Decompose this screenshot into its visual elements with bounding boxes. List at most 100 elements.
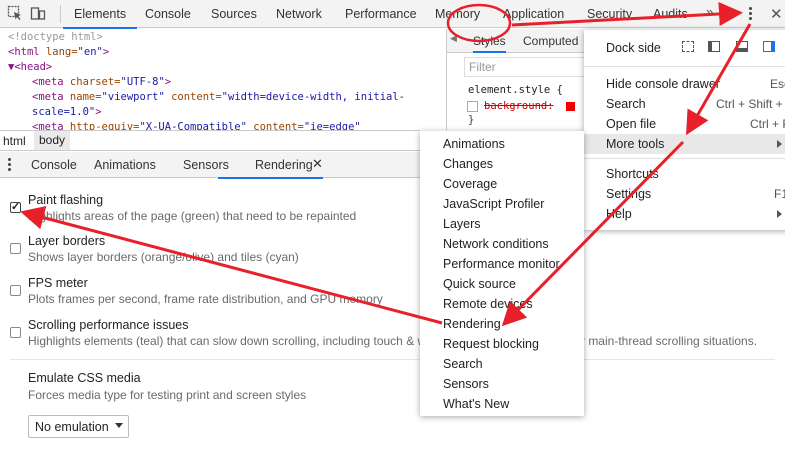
breadcrumb: html body bbox=[0, 130, 420, 151]
styles-tab-bar: ◀ Styles Computed bbox=[447, 29, 584, 53]
elements-dom-tree: <!doctype html> <html lang="en"> ▼<head>… bbox=[0, 29, 445, 130]
tool-coverage[interactable]: Coverage bbox=[443, 177, 497, 191]
drawer-tab-rendering[interactable]: Rendering bbox=[218, 158, 323, 179]
tool-remote-devices[interactable]: Remote devices bbox=[443, 297, 533, 311]
color-swatch[interactable] bbox=[566, 102, 575, 111]
menu-help[interactable]: Help bbox=[606, 207, 632, 221]
tool-search[interactable]: Search bbox=[443, 357, 483, 371]
devtools-tab-bar: Elements Console Sources Network Perform… bbox=[0, 0, 785, 29]
menu-hide-console-drawer[interactable]: Hide console drawer bbox=[606, 77, 720, 91]
emulate-media-select[interactable]: No emulation bbox=[28, 415, 129, 438]
tool-animations[interactable]: Animations bbox=[443, 137, 505, 151]
dom-line-meta-viewport[interactable]: <meta name="viewport" content="width=dev… bbox=[32, 91, 405, 103]
option-desc: Shows layer borders (orange/olive) and t… bbox=[28, 250, 299, 264]
tab-audits[interactable]: Audits bbox=[653, 0, 688, 28]
menu-search[interactable]: Search bbox=[606, 97, 646, 111]
menu-divider bbox=[584, 66, 785, 67]
dock-bottom-icon[interactable] bbox=[736, 41, 748, 52]
toolbar-divider bbox=[60, 5, 61, 23]
tab-styles[interactable]: Styles bbox=[473, 34, 506, 53]
paint-flashing-checkbox[interactable] bbox=[10, 200, 21, 213]
dom-line-doctype[interactable]: <!doctype html> bbox=[8, 31, 103, 43]
shortcut-open-file: Ctrl + P bbox=[750, 117, 785, 131]
option-desc: Plots frames per second, frame rate dist… bbox=[28, 292, 383, 306]
tab-elements[interactable]: Elements bbox=[62, 0, 138, 29]
scrolling-perf-checkbox[interactable] bbox=[10, 327, 21, 338]
close-tab-icon[interactable]: ✕ bbox=[312, 156, 323, 172]
close-devtools-icon[interactable]: ✕ bbox=[770, 5, 783, 23]
submenu-arrow-icon bbox=[777, 210, 782, 218]
menu-settings[interactable]: Settings bbox=[606, 187, 651, 201]
tool-sensors[interactable]: Sensors bbox=[443, 377, 489, 391]
emulate-media-desc: Forces media type for testing print and … bbox=[28, 388, 307, 402]
breadcrumb-body[interactable]: body bbox=[34, 131, 71, 150]
dock-right-icon[interactable] bbox=[763, 41, 775, 52]
inspect-element-icon[interactable] bbox=[7, 5, 23, 21]
drawer-tab-console[interactable]: Console bbox=[31, 158, 77, 172]
dock-undock-icon[interactable] bbox=[682, 41, 694, 52]
shortcut-search: Ctrl + Shift + F bbox=[716, 97, 785, 111]
tab-computed[interactable]: Computed bbox=[523, 34, 578, 48]
tab-performance[interactable]: Performance bbox=[345, 0, 417, 28]
menu-divider bbox=[584, 158, 785, 159]
tab-sources[interactable]: Sources bbox=[211, 0, 257, 28]
caret-down-icon bbox=[115, 423, 123, 428]
more-tools-submenu: Animations Changes Coverage JavaScript P… bbox=[420, 131, 584, 416]
drawer-menu-icon[interactable] bbox=[7, 158, 13, 172]
section-divider bbox=[10, 359, 775, 360]
annotation-arrow-to-paint-flashing bbox=[20, 206, 443, 325]
more-tabs-button[interactable]: » bbox=[706, 4, 713, 19]
option-title: Scrolling performance issues bbox=[28, 318, 189, 332]
tool-changes[interactable]: Changes bbox=[443, 157, 493, 171]
breadcrumb-html[interactable]: html bbox=[3, 134, 26, 148]
tab-application[interactable]: Application bbox=[503, 0, 564, 28]
tool-layers[interactable]: Layers bbox=[443, 217, 481, 231]
tool-whats-new[interactable]: What's New bbox=[443, 397, 509, 411]
styles-pane: ◀ Styles Computed Filter element.style {… bbox=[446, 29, 584, 130]
tab-console[interactable]: Console bbox=[145, 0, 191, 28]
tool-performance-monitor[interactable]: Performance monitor bbox=[443, 257, 560, 271]
dom-line-meta-compat[interactable]: <meta http-equiv="X-UA-Compatible" conte… bbox=[32, 121, 361, 130]
property-name[interactable]: background: bbox=[484, 100, 554, 112]
menu-dock-side: Dock side bbox=[606, 41, 661, 55]
menu-shortcuts[interactable]: Shortcuts bbox=[606, 167, 659, 181]
dom-line-meta-charset[interactable]: <meta charset="UTF-8"> bbox=[32, 76, 171, 88]
tab-network[interactable]: Network bbox=[276, 0, 322, 28]
device-toolbar-icon[interactable] bbox=[30, 5, 46, 21]
drawer-tab-animations[interactable]: Animations bbox=[94, 158, 156, 172]
option-title: Layer borders bbox=[28, 234, 106, 248]
option-desc: Highlights elements (teal) that can slow… bbox=[28, 334, 758, 348]
tool-rendering[interactable]: Rendering bbox=[443, 317, 501, 331]
dom-line-head[interactable]: ▼<head> bbox=[8, 61, 52, 73]
emulate-media-title: Emulate CSS media bbox=[28, 371, 141, 385]
element-style-rule[interactable]: element.style { bbox=[468, 84, 563, 96]
shortcut-esc: Esc bbox=[770, 77, 785, 91]
drawer-tab-bar: Console Animations Sensors Rendering ✕ bbox=[0, 152, 420, 179]
select-value: No emulation bbox=[35, 420, 109, 434]
dom-line-meta-viewport-cont: scale=1.0"> bbox=[32, 106, 102, 118]
customize-menu-icon[interactable] bbox=[745, 6, 757, 22]
option-title: Paint flashing bbox=[28, 193, 104, 207]
property-checkbox[interactable] bbox=[467, 101, 478, 112]
option-desc: Highlights areas of the page (green) tha… bbox=[28, 209, 357, 223]
customize-menu: Dock side Hide console drawer Esc Search… bbox=[584, 30, 785, 230]
dock-left-icon[interactable] bbox=[708, 41, 720, 52]
option-title: FPS meter bbox=[28, 276, 88, 290]
tab-security[interactable]: Security bbox=[587, 0, 632, 28]
layer-borders-checkbox[interactable] bbox=[10, 243, 21, 254]
tool-network-conditions[interactable]: Network conditions bbox=[443, 237, 549, 251]
rule-close-brace: } bbox=[468, 114, 475, 126]
shortcut-settings: F1 bbox=[774, 187, 785, 201]
dom-line-html[interactable]: <html lang="en"> bbox=[8, 46, 109, 58]
tool-javascript-profiler[interactable]: JavaScript Profiler bbox=[443, 197, 544, 211]
menu-more-tools[interactable]: More tools bbox=[584, 134, 785, 154]
chevron-up-icon[interactable]: ◀ bbox=[450, 33, 457, 44]
tool-quick-source[interactable]: Quick source bbox=[443, 277, 516, 291]
tab-memory[interactable]: Memory bbox=[435, 0, 480, 28]
menu-open-file[interactable]: Open file bbox=[606, 117, 656, 131]
styles-filter-input[interactable]: Filter bbox=[464, 57, 584, 77]
fps-meter-checkbox[interactable] bbox=[10, 285, 21, 296]
submenu-arrow-icon bbox=[777, 140, 782, 148]
drawer-tab-sensors[interactable]: Sensors bbox=[183, 158, 229, 172]
tool-request-blocking[interactable]: Request blocking bbox=[443, 337, 539, 351]
